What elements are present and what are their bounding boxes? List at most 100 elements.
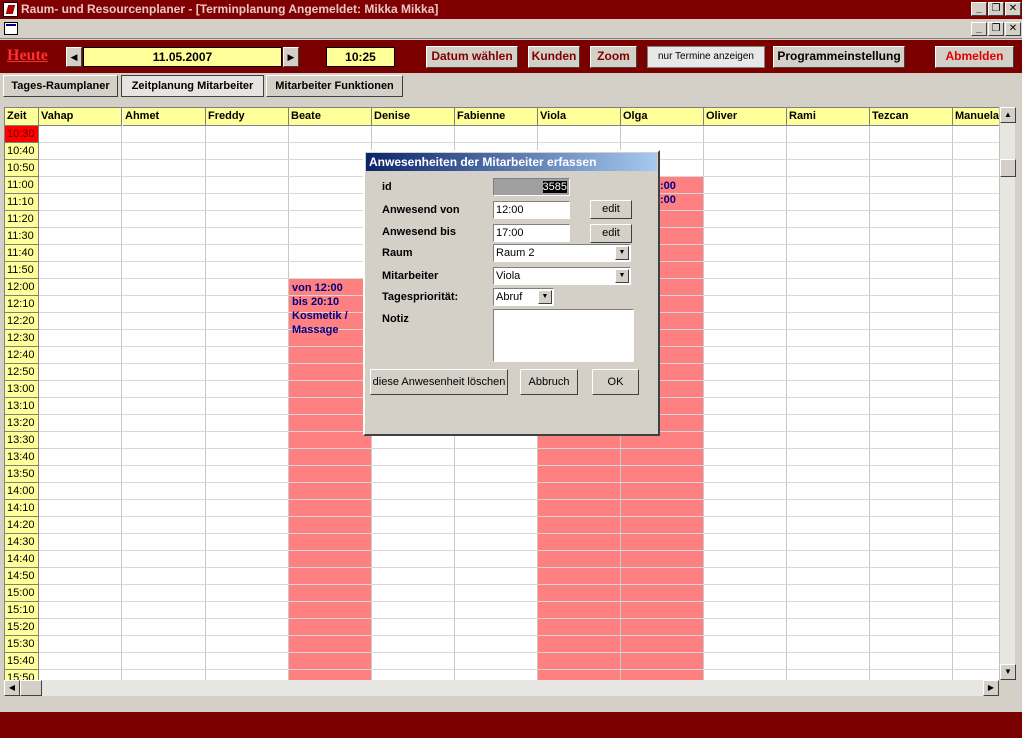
kunden-button[interactable]: Kunden [528, 46, 580, 68]
ok-button[interactable]: OK [592, 369, 639, 395]
appointment-beate-text: Kosmetik / [292, 310, 348, 322]
mdi-minimize-icon[interactable]: _ [971, 22, 987, 36]
programmeinstellung-button[interactable]: Programmeinstellung [773, 46, 905, 68]
row-divider [39, 482, 999, 483]
prev-day-icon[interactable]: ◀ [66, 47, 82, 67]
time-cell: 15:00 [5, 585, 39, 602]
restore-icon[interactable]: ❐ [988, 2, 1004, 16]
appointment-beate-text: von 12:00 [292, 282, 343, 294]
time-cell: 12:30 [5, 330, 39, 347]
notiz-textarea[interactable] [493, 309, 634, 362]
minimize-icon[interactable]: _ [971, 2, 987, 16]
edit-von-button[interactable]: edit [590, 200, 632, 219]
row-divider [39, 499, 999, 500]
id-field: 3585 [493, 178, 570, 196]
time-cell: 12:40 [5, 347, 39, 364]
column-header-5[interactable]: Fabienne [455, 108, 538, 126]
datum-waehlen-button[interactable]: Datum wählen [426, 46, 518, 68]
row-divider [39, 618, 999, 619]
appointment-olga-text: :00 [660, 194, 676, 206]
mdi-bar: _ ❐ ✕ [0, 19, 1022, 39]
date-display: 11.05.2007 [83, 47, 282, 67]
row-divider [39, 142, 999, 143]
time-cell: 12:20 [5, 313, 39, 330]
status-bar [0, 712, 1022, 738]
time-cell: 14:40 [5, 551, 39, 568]
time-header: Zeit [5, 108, 39, 126]
raum-select[interactable]: Raum 2 ▼ [493, 244, 631, 262]
tab-zeitplanung-mitarbeiter[interactable]: Zeitplanung Mitarbeiter [121, 75, 264, 97]
horizontal-scrollbar[interactable]: ◀ ▶ [4, 680, 999, 696]
column-header-10[interactable]: Tezcan [870, 108, 953, 126]
row-divider [39, 448, 999, 449]
abbruch-button[interactable]: Abbruch [520, 369, 578, 395]
toolbar: Heute ◀ 11.05.2007 ▶ 10:25 Datum wählen … [0, 40, 1022, 73]
tagesprioritaet-value: Abruf [496, 291, 523, 303]
scroll-left-icon[interactable]: ◀ [4, 680, 20, 696]
appointment-olga-text: :00 [660, 180, 676, 192]
scroll-down-icon[interactable]: ▼ [1000, 664, 1016, 680]
time-cell: 11:10 [5, 194, 39, 211]
close-icon[interactable]: ✕ [1005, 2, 1021, 16]
scroll-right-icon[interactable]: ▶ [983, 680, 999, 696]
heute-link[interactable]: Heute [7, 47, 48, 65]
time-cell: 12:50 [5, 364, 39, 381]
column-header-11[interactable]: Manuela [953, 108, 999, 126]
appointment-beate-text: bis 20:10 [292, 296, 340, 308]
nur-termine-button[interactable]: nur Termine anzeigen [647, 46, 765, 68]
column-header-6[interactable]: Viola [538, 108, 621, 126]
tagesprioritaet-label: Tagespriorität: [382, 291, 459, 303]
row-divider [39, 516, 999, 517]
tab-tages-raumplaner[interactable]: Tages-Raumplaner [3, 75, 118, 97]
time-cell: 13:00 [5, 381, 39, 398]
time-cell: 15:40 [5, 653, 39, 670]
time-cell: 14:30 [5, 534, 39, 551]
abmelden-button[interactable]: Abmelden [935, 46, 1014, 68]
dialog-title: Anwesenheiten der Mitarbeiter erfassen [366, 153, 657, 171]
time-cell: 10:40 [5, 143, 39, 160]
title-bar: Raum- und Resourcenplaner - [Terminplanu… [0, 0, 1022, 19]
mitarbeiter-dropdown-icon[interactable]: ▼ [615, 269, 629, 283]
scroll-up-icon[interactable]: ▲ [1000, 107, 1016, 123]
column-header-2[interactable]: Freddy [206, 108, 289, 126]
time-cell: 11:00 [5, 177, 39, 194]
zoom-button[interactable]: Zoom [590, 46, 637, 68]
vertical-scroll-thumb[interactable] [1000, 159, 1016, 177]
anwesend-von-field[interactable]: 12:00 [493, 201, 570, 219]
row-divider [39, 601, 999, 602]
column-header-9[interactable]: Rami [787, 108, 870, 126]
raum-dropdown-icon[interactable]: ▼ [615, 246, 629, 260]
time-cell: 15:50 [5, 670, 39, 680]
time-cell: 13:50 [5, 466, 39, 483]
vertical-scrollbar[interactable]: ▲ ▼ [999, 107, 1016, 680]
time-cell: 13:30 [5, 432, 39, 449]
anwesenheit-loeschen-button[interactable]: diese Anwesenheit löschen [370, 369, 508, 395]
appointment-beate[interactable] [289, 279, 372, 680]
mdi-close-icon[interactable]: ✕ [1005, 22, 1021, 36]
column-header-3[interactable]: Beate [289, 108, 372, 126]
time-cell: 14:10 [5, 500, 39, 517]
tagesprioritaet-dropdown-icon[interactable]: ▼ [538, 290, 552, 304]
tab-mitarbeiter-funktionen[interactable]: Mitarbeiter Funktionen [266, 75, 403, 97]
column-header-4[interactable]: Denise [372, 108, 455, 126]
time-cell: 15:10 [5, 602, 39, 619]
column-header-0[interactable]: Vahap [39, 108, 122, 126]
column-header-8[interactable]: Oliver [704, 108, 787, 126]
anwesend-bis-field[interactable]: 17:00 [493, 224, 570, 242]
column-header-1[interactable]: Ahmet [123, 108, 206, 126]
mitarbeiter-select[interactable]: Viola ▼ [493, 267, 631, 285]
raum-label: Raum [382, 247, 413, 259]
time-cell: 14:00 [5, 483, 39, 500]
edit-bis-button[interactable]: edit [590, 224, 632, 243]
document-icon[interactable] [4, 22, 18, 35]
time-cell: 10:30 [5, 126, 39, 143]
mdi-restore-icon[interactable]: ❐ [988, 22, 1004, 36]
window-title: Raum- und Resourcenplaner - [Terminplanu… [21, 2, 439, 16]
horizontal-scroll-thumb[interactable] [20, 680, 42, 696]
notiz-label: Notiz [382, 313, 409, 325]
tagesprioritaet-select[interactable]: Abruf ▼ [493, 288, 554, 306]
time-cell: 15:20 [5, 619, 39, 636]
time-cell: 13:10 [5, 398, 39, 415]
next-day-icon[interactable]: ▶ [283, 47, 299, 67]
column-header-7[interactable]: Olga [621, 108, 704, 126]
